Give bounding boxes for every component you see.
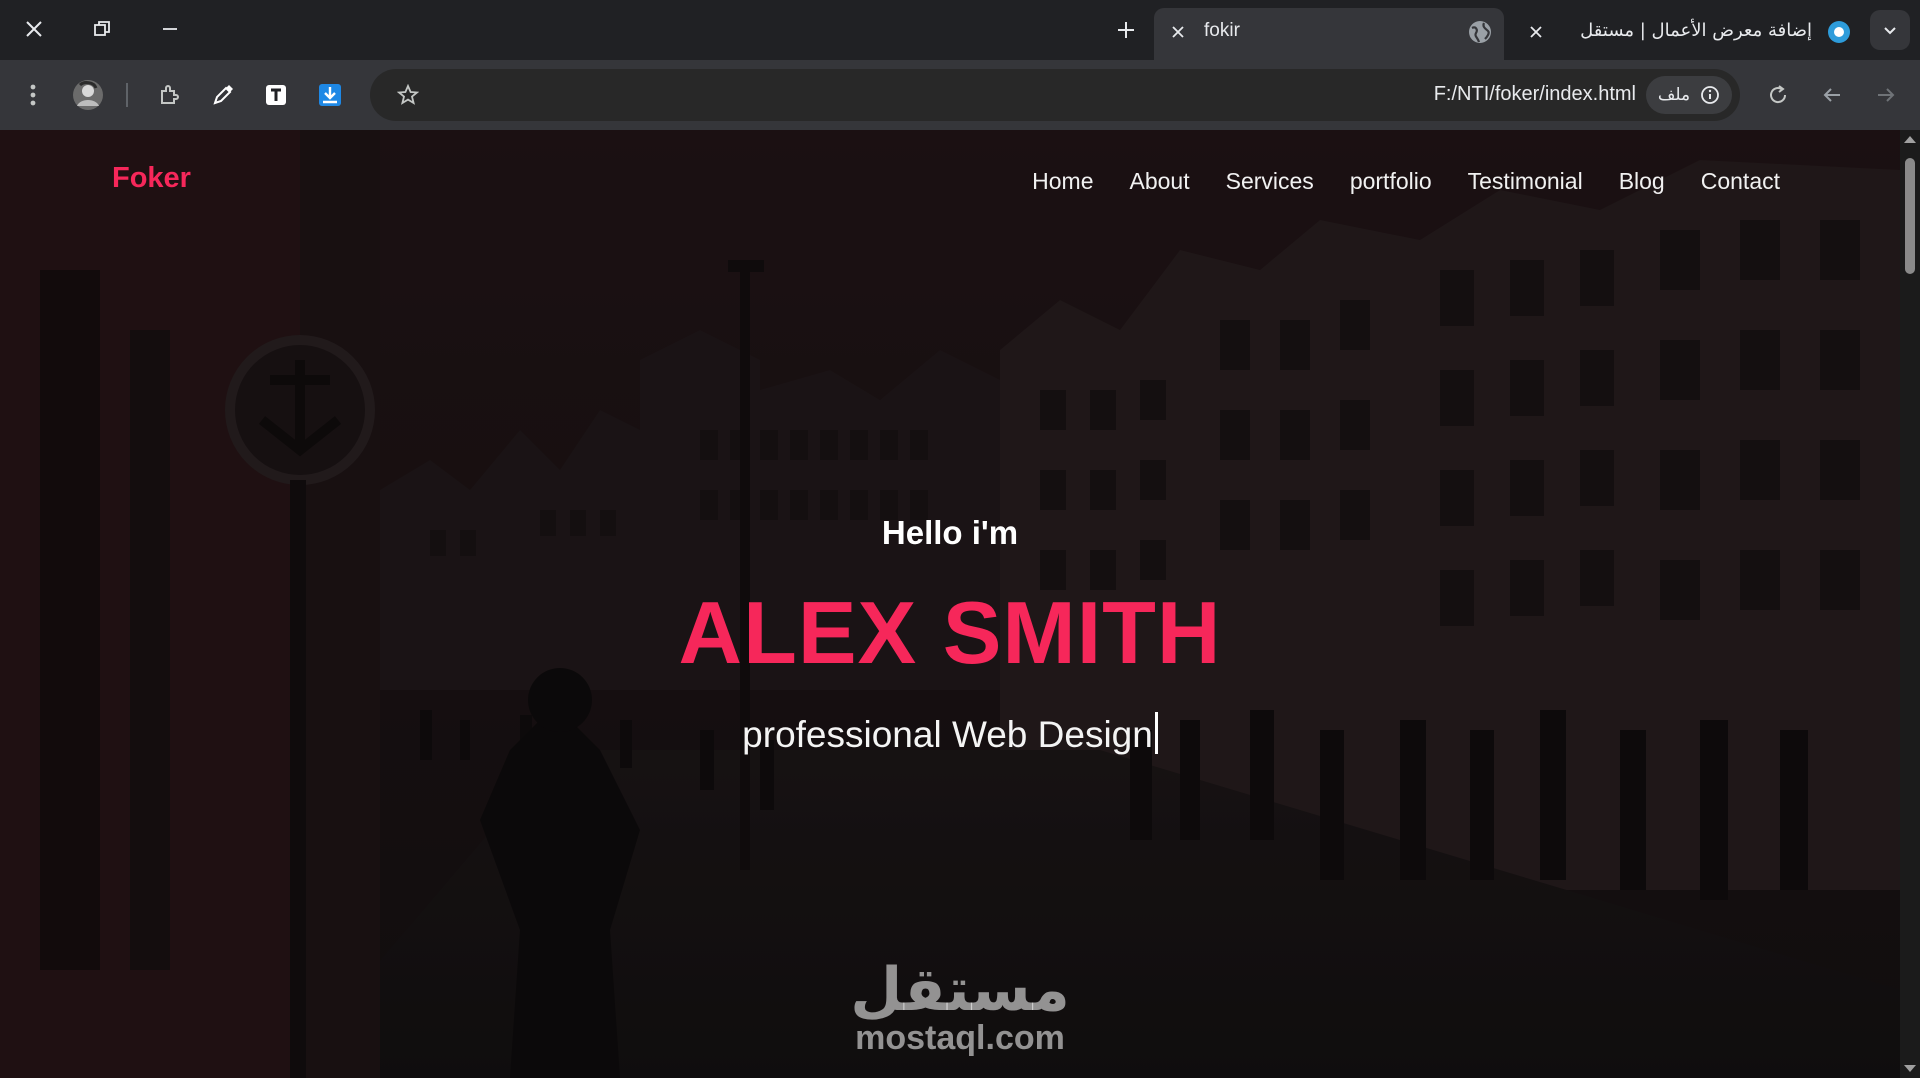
browser-toolbar: F:/NTI/foker/index.html ملف [0,60,1920,130]
reload-icon [1770,85,1787,104]
mostaql-watermark: مستقل mostaql.com [830,960,1090,1056]
text-extension-icon [266,85,286,105]
window-minimize-button[interactable] [142,6,198,52]
url-text[interactable]: F:/NTI/foker/index.html [1434,83,1636,106]
window-restore-button[interactable] [74,6,130,52]
extensions-button[interactable] [150,75,190,115]
globe-icon [1469,21,1491,43]
tab-title: fokir [1204,20,1240,41]
profile-button[interactable] [68,75,108,115]
eyedropper-extension-button[interactable] [203,75,243,115]
watermark-latin: mostaql.com [855,1019,1065,1057]
scroll-thumb[interactable] [1905,158,1915,274]
text-extension-button[interactable] [256,75,296,115]
tab-strip: fokir إضافة معرض الأعمال | مستقل [0,0,1920,60]
plus-icon [1118,22,1134,38]
toolbar-divider [126,83,128,107]
nav-services[interactable]: Services [1226,168,1314,195]
tab-close-button[interactable] [1522,18,1550,46]
minimize-icon [163,28,177,30]
download-extension-icon [319,84,341,106]
scroll-up-arrow-icon[interactable] [1904,136,1916,143]
back-button[interactable] [1812,75,1852,115]
nav-about[interactable]: About [1130,168,1190,195]
scroll-down-arrow-icon[interactable] [1904,1065,1916,1072]
hero-role: professional Web Design [742,714,1153,755]
close-icon [1530,26,1542,38]
hero-greeting: Hello i'm [881,514,1019,551]
close-icon [1172,26,1184,38]
tab-search-button[interactable] [1870,10,1910,50]
watermark-arabic: مستقل [850,955,1070,1025]
site-info-chip[interactable]: ملف [1646,76,1732,114]
nav-contact[interactable]: Contact [1701,168,1780,195]
main-nav: Home About Services portfolio Testimonia… [1032,168,1780,195]
brand-logo[interactable]: Foker [112,162,191,195]
profile-avatar [73,80,103,110]
bookmark-button[interactable] [388,75,428,115]
page-scrollbar[interactable] [1900,130,1920,1078]
typing-caret [1154,712,1158,754]
site-chip-label: ملف [1657,85,1691,105]
menu-button[interactable] [13,75,53,115]
reload-button[interactable] [1758,75,1798,115]
bookmark-star-icon [397,84,419,105]
download-extension-button[interactable] [310,75,350,115]
forward-icon [1878,88,1895,102]
close-icon [26,21,42,37]
nav-home[interactable]: Home [1032,168,1093,195]
mostaql-icon [1828,21,1850,43]
hero-role-line: professional Web Design [0,712,1900,756]
eyedropper-icon [213,85,233,105]
forward-button[interactable] [1866,75,1906,115]
page-viewport: Foker Home About Services portfolio Test… [0,130,1900,1078]
tab-title: إضافة معرض الأعمال | مستقل [1580,20,1812,41]
restore-icon [94,21,110,36]
nav-portfolio[interactable]: portfolio [1350,168,1432,195]
new-tab-button[interactable] [1110,14,1142,46]
menu-icon [30,84,36,106]
tab-mostaql[interactable]: إضافة معرض الأعمال | مستقل [1512,8,1862,60]
hero-name: ALEX SMITH [678,583,1222,682]
tab-fokir[interactable]: fokir [1154,8,1504,60]
nav-blog[interactable]: Blog [1619,168,1665,195]
tab-close-button[interactable] [1164,18,1192,46]
window-close-button[interactable] [6,6,62,52]
back-icon [1823,88,1840,102]
extensions-icon [161,85,179,104]
chevron-down-icon [1884,27,1896,35]
nav-testimonial[interactable]: Testimonial [1468,168,1583,195]
address-bar[interactable]: F:/NTI/foker/index.html ملف [370,69,1740,121]
info-icon [1701,86,1720,104]
